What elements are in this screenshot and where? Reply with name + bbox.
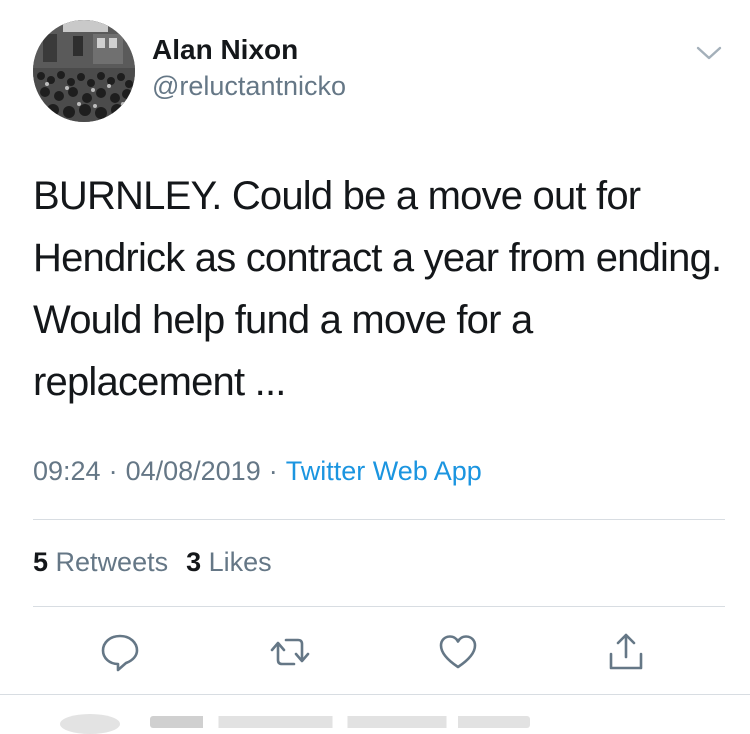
tweet-metadata: 09:24 · 04/08/2019 · Twitter Web App xyxy=(33,456,482,487)
tweet-date: 04/08/2019 xyxy=(125,456,261,486)
tweet-source-link[interactable]: Twitter Web App xyxy=(286,456,482,486)
likes-stat[interactable]: 3 Likes xyxy=(186,547,272,577)
like-button[interactable] xyxy=(436,630,480,674)
tweet-time: 09:24 xyxy=(33,456,101,486)
tweet-detail: Alan Nixon @reluctantnicko BURNLEY. Coul… xyxy=(0,0,750,734)
retweet-button[interactable] xyxy=(268,630,312,674)
reply-icon xyxy=(101,634,139,672)
chevron-down-icon[interactable] xyxy=(694,42,724,64)
likes-label: Likes xyxy=(208,547,272,577)
retweets-label: Retweets xyxy=(55,547,169,577)
divider xyxy=(0,694,750,695)
divider xyxy=(33,606,725,607)
reply-button[interactable] xyxy=(98,630,142,674)
avatar[interactable] xyxy=(33,20,135,122)
share-icon xyxy=(609,633,643,670)
share-button[interactable] xyxy=(604,630,648,674)
tweet-text: BURNLEY. Could be a move out for Hendric… xyxy=(33,174,722,404)
divider xyxy=(33,519,725,520)
engagement-stats: 5 Retweets 3 Likes xyxy=(33,547,290,578)
heart-icon xyxy=(439,635,477,669)
next-tweet-preview xyxy=(150,716,530,728)
retweets-stat[interactable]: 5 Retweets xyxy=(33,547,168,577)
meta-separator: · xyxy=(268,456,278,486)
avatar-photo xyxy=(33,20,135,122)
author-display-name[interactable]: Alan Nixon xyxy=(152,34,298,66)
next-tweet-avatar xyxy=(60,714,120,734)
likes-count: 3 xyxy=(186,547,202,577)
retweets-count: 5 xyxy=(33,547,49,577)
author-handle[interactable]: @reluctantnicko xyxy=(152,71,346,102)
meta-separator: · xyxy=(108,456,118,486)
retweet-icon xyxy=(270,638,310,666)
